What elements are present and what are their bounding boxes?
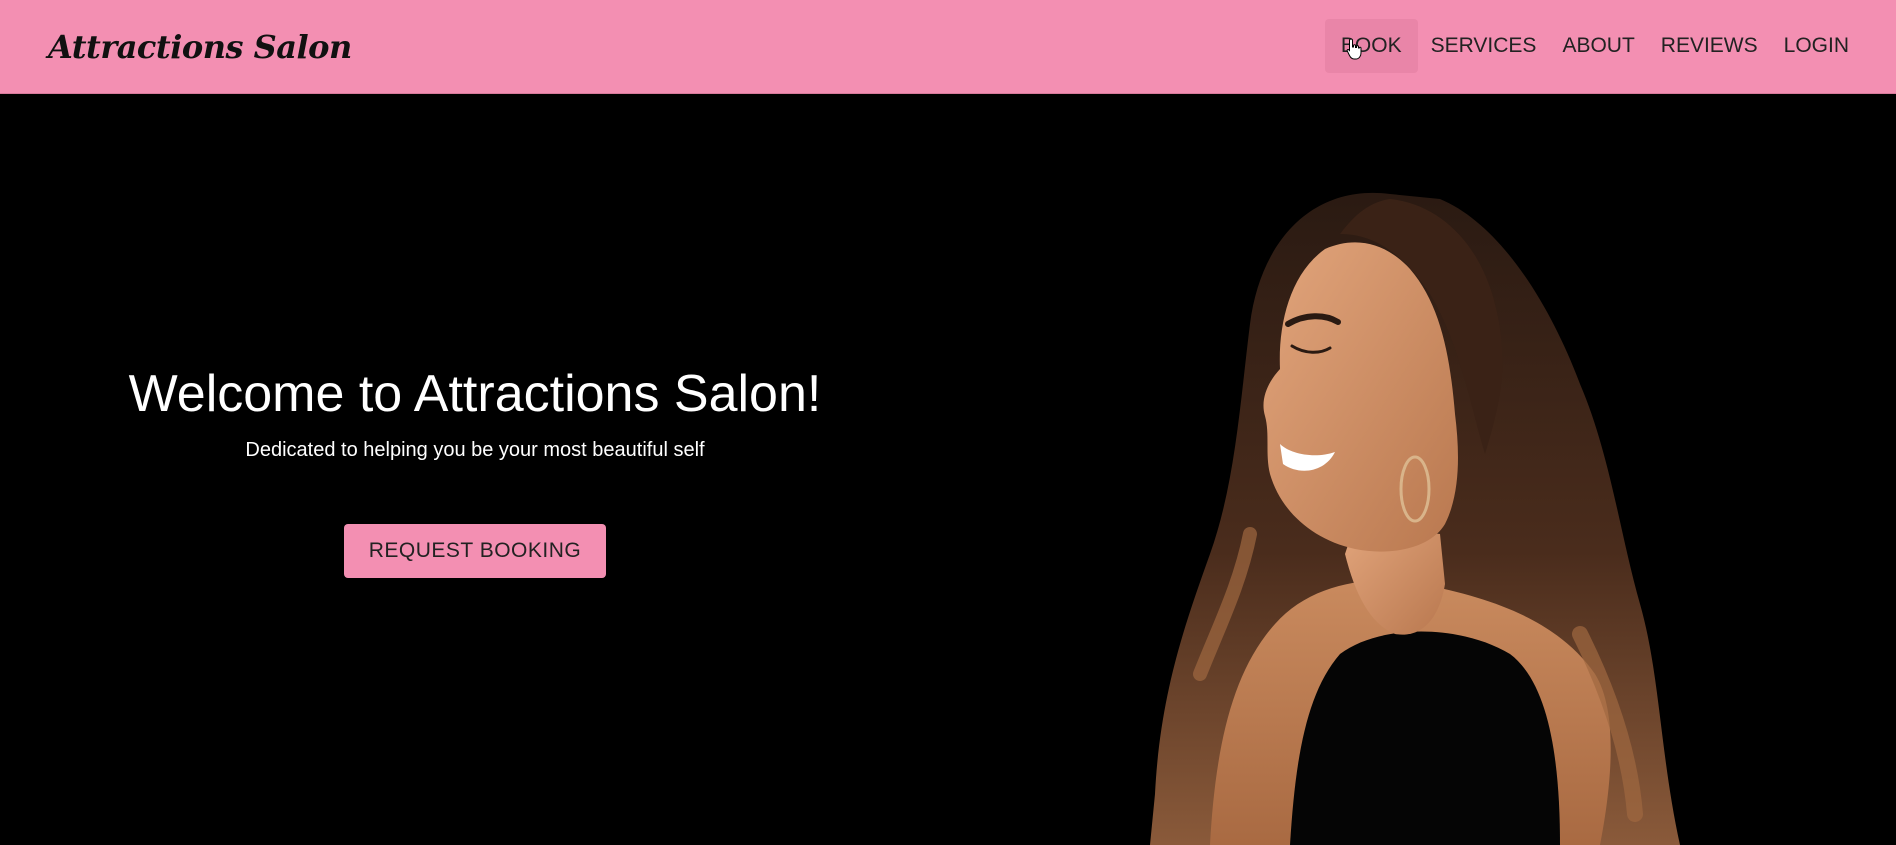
hero-text-block: Welcome to Attractions Salon! Dedicated … xyxy=(0,94,950,845)
brand-logo[interactable]: Attractions Salon xyxy=(48,22,352,72)
smiling-woman-photo xyxy=(1150,192,1680,845)
nav-services[interactable]: SERVICES xyxy=(1418,19,1550,73)
nav-reviews[interactable]: REVIEWS xyxy=(1648,19,1771,73)
request-booking-button[interactable]: REQUEST BOOKING xyxy=(344,524,606,578)
top-navbar: Attractions Salon BOOK SERVICES ABOUT RE… xyxy=(0,0,1896,94)
hero-section: Welcome to Attractions Salon! Dedicated … xyxy=(0,94,1896,845)
nav-book[interactable]: BOOK xyxy=(1324,19,1418,73)
hero-subtitle: Dedicated to helping you be your most be… xyxy=(245,439,705,461)
hand-cursor-icon xyxy=(1346,38,1362,60)
nav-login[interactable]: LOGIN xyxy=(1771,19,1862,73)
nav-about[interactable]: ABOUT xyxy=(1549,19,1647,73)
hero-title: Welcome to Attractions Salon! xyxy=(128,365,822,423)
main-nav: BOOK SERVICES ABOUT REVIEWS LOGIN xyxy=(1324,19,1862,73)
